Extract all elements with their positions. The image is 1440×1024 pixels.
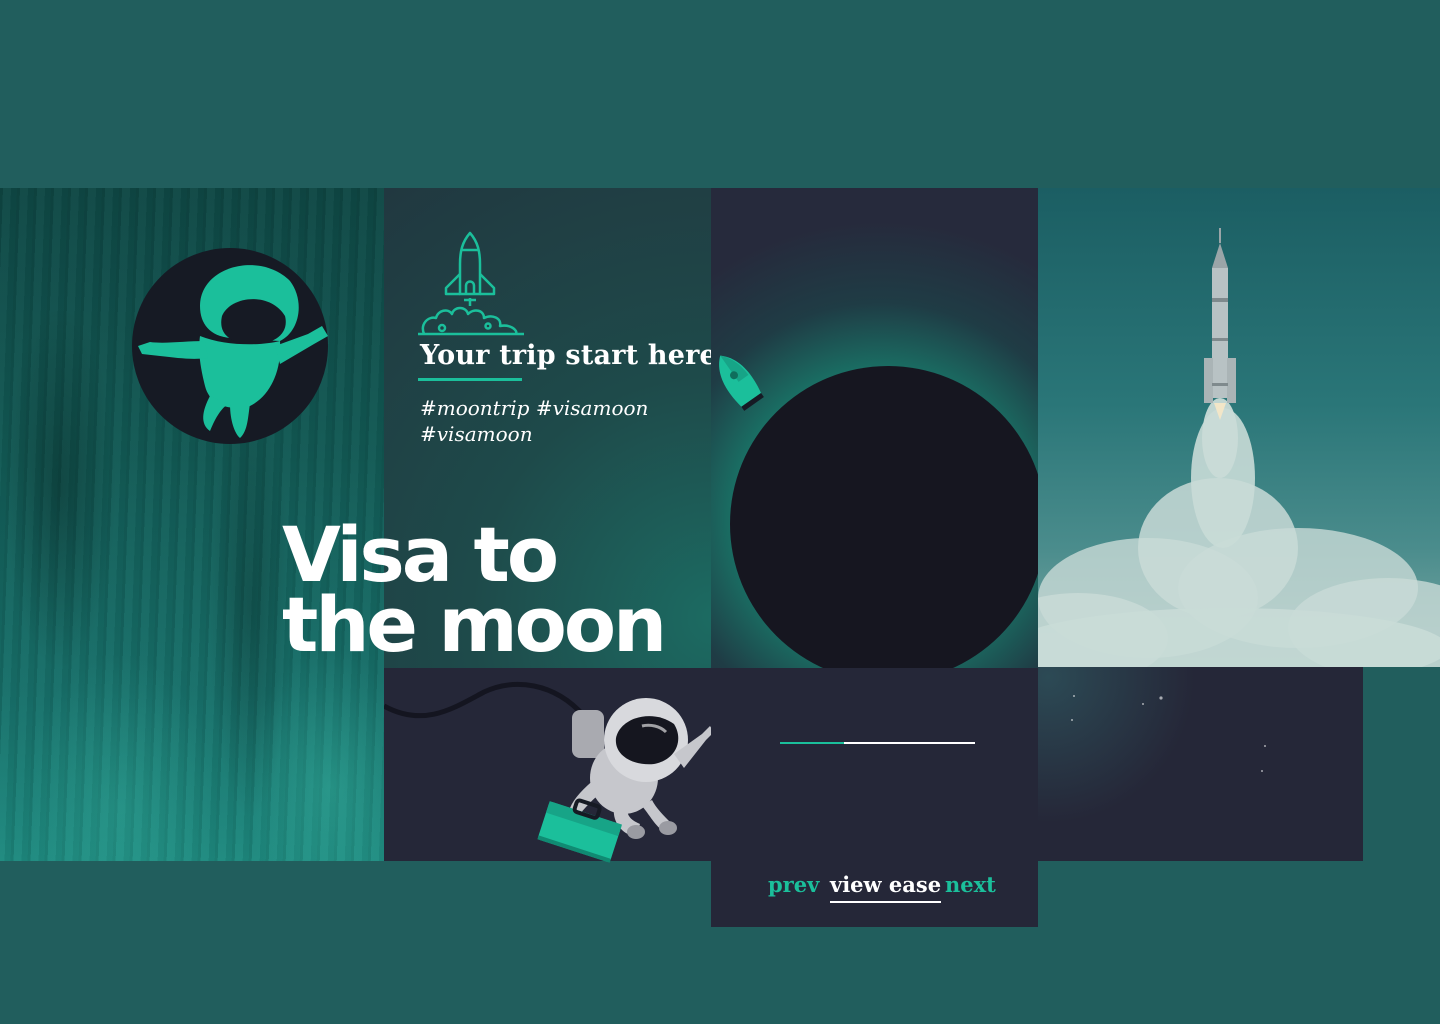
headline-line-2: the moon [282,580,667,669]
view-ease-button[interactable]: view ease [830,872,942,903]
starfield-panel [1038,667,1363,861]
trip-subtitle: Your trip start here [420,340,717,371]
stars-decoration [1071,695,1266,772]
subtitle-underline [418,378,522,381]
briefcase-icon [537,798,623,863]
moon-notch-shape [980,390,1038,460]
prev-button[interactable]: prev [768,872,819,897]
rocket-launch-icon [418,231,524,336]
page-headline: Visa to the moon [282,517,667,669]
slider-progress-fill [780,742,845,744]
rocket-icon [719,355,764,411]
rocket-launch-photo [1038,188,1440,667]
next-button[interactable]: next [945,872,996,897]
astronaut-logo-icon [132,248,328,444]
hashtags-text: #moontrip #visamoon #visamoon [420,396,649,446]
